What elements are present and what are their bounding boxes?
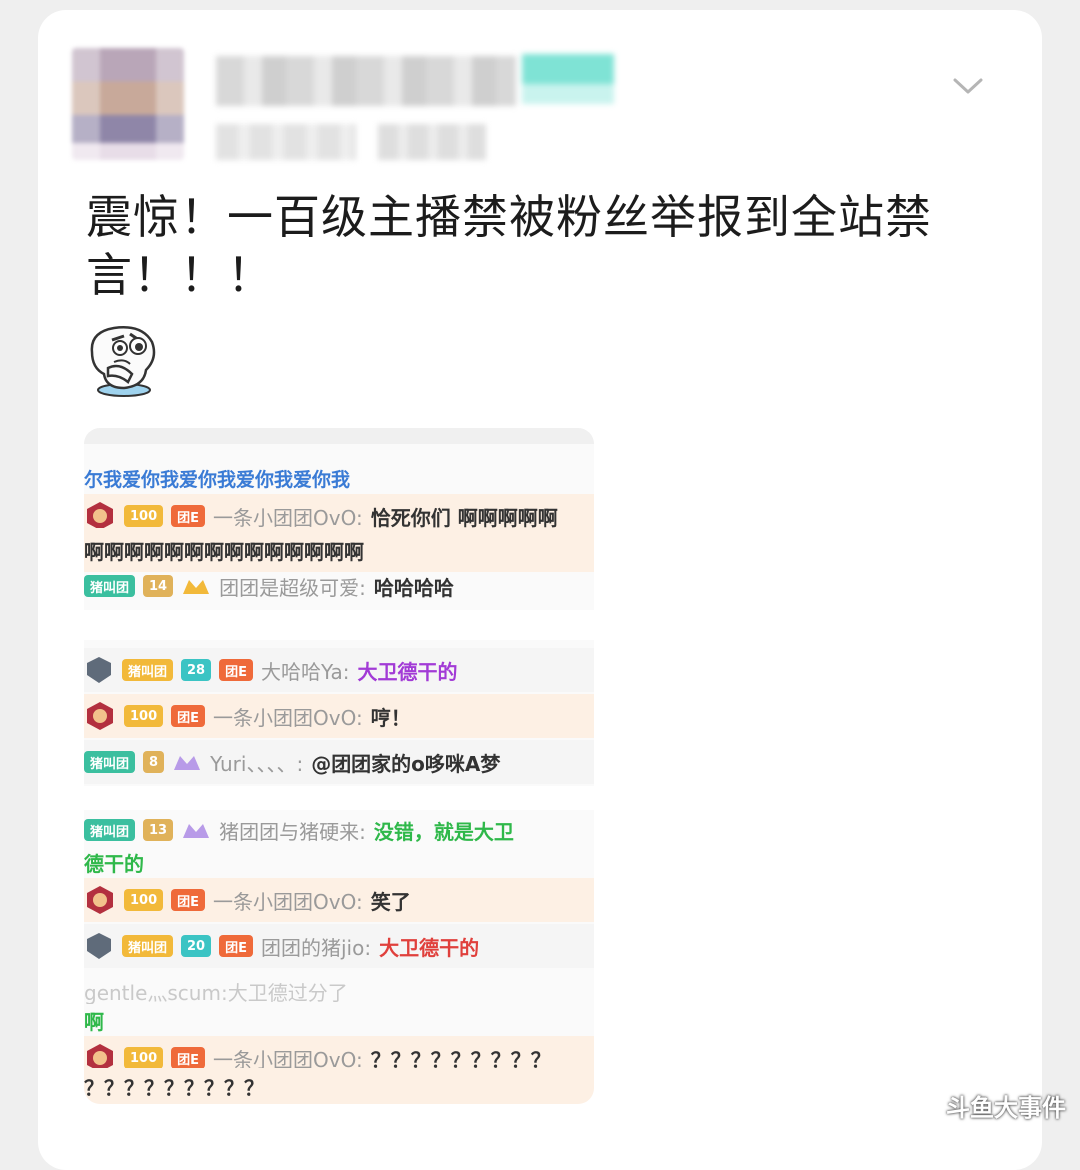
chat-username[interactable]: 一条小团团OvO: [213, 702, 363, 731]
shield-badge-icon [87, 933, 111, 959]
chat-username[interactable]: 团团的猪jio: [261, 932, 371, 961]
crown-icon [183, 580, 210, 594]
chat-message: 恰死你们 啊啊啊啊啊 [370, 505, 558, 530]
avatar[interactable] [72, 48, 184, 160]
club-badge: 猪叫团 [84, 819, 136, 841]
chat-message: 大卫德干的 [357, 659, 458, 684]
chat-message: 尔我爱你我爱你我爱你我爱你我 [84, 468, 351, 491]
chat-row: gentle灬scum:大卫德过分了 [84, 978, 594, 1005]
cropped-row [84, 428, 594, 444]
chat-message: ？？？？？？？？？ [84, 1075, 264, 1100]
chat-row: 啊 [84, 1002, 594, 1038]
club-badge: 猪叫团 [84, 751, 136, 773]
chat-row: 100 团E 一条小团团OvO: 笑了 [84, 878, 594, 922]
crown-icon [183, 824, 210, 838]
user-level-badge: 14 [143, 575, 174, 597]
chevron-down-icon[interactable] [952, 74, 984, 98]
chat-row: 猪叫团 20 团E 团团的猪jio: 大卫德干的 [84, 924, 594, 968]
club-badge: 猪叫团 [84, 575, 136, 597]
user-level-badge: 8 [143, 751, 165, 773]
level-badge: 100 [124, 505, 164, 527]
fan-badge: 团E [171, 1047, 206, 1069]
chat-message: 德干的 [84, 851, 144, 876]
level-badge: 100 [124, 889, 164, 911]
chat-username[interactable]: 一条小团团OvO: [213, 502, 363, 531]
blurred-source [378, 124, 486, 160]
chat-row: 100 团E 一条小团团OvO: 哼！ [84, 694, 594, 738]
chat-username[interactable]: Yuri、、、、: [210, 748, 303, 777]
watermark: 斗鱼大事件 [946, 1094, 1066, 1122]
fan-badge: 团E [171, 505, 206, 527]
chat-screenshot: 尔我爱你我爱你我爱你我爱你我 100 团E 一条小团团OvO: 恰死你们 啊啊啊… [84, 428, 594, 1104]
chat-message: 哼！ [370, 705, 411, 730]
chat-username[interactable]: 团团是超级可爱: [219, 572, 366, 601]
club-badge: 猪叫团 [122, 659, 174, 681]
chat-message: 啊 [84, 1009, 104, 1034]
chat-username[interactable]: 大哈哈Ya: [261, 656, 349, 685]
chat-username: gentle灬scum:大卫德过分了 [84, 980, 348, 1005]
chat-message: 啊啊啊啊啊啊啊啊啊啊啊啊啊啊 [84, 539, 364, 564]
crown-icon [174, 756, 201, 770]
fan-badge: 团E [171, 889, 206, 911]
fan-badge: 团E [219, 935, 253, 957]
chat-row: 猪叫团 28 团E 大哈哈Ya: 大卫德干的 [84, 648, 594, 692]
fan-badge: 团E [219, 659, 253, 681]
chat-row: ？？？？？？？？？ [84, 1068, 594, 1104]
post-text: 震惊！一百级主播禁被粉丝举报到全站禁言！！！ [86, 190, 932, 302]
user-level-badge: 28 [181, 659, 212, 681]
level-badge: 100 [124, 705, 164, 727]
level-badge: 100 [124, 1047, 164, 1069]
user-level-badge: 20 [181, 935, 212, 957]
club-badge: 猪叫团 [122, 935, 174, 957]
user-level-badge: 13 [143, 819, 174, 841]
blurred-username[interactable] [216, 56, 516, 106]
chat-message: 大卫德干的 [379, 935, 480, 960]
noble-badge-icon [87, 886, 113, 914]
divider [84, 610, 594, 640]
shield-badge-icon [87, 657, 111, 683]
chat-row: 猪叫团 14 团团是超级可爱: 哈哈哈哈 [84, 564, 594, 608]
blurred-timestamp [216, 124, 356, 160]
chat-message: 笑了 [370, 889, 411, 914]
chat-username[interactable]: 一条小团团OvO: [213, 886, 363, 915]
noble-badge-icon [87, 702, 113, 730]
chat-message: @团团家的o哆咪A梦 [311, 751, 501, 776]
blurred-badge [522, 54, 614, 104]
thinking-sticker-icon [90, 326, 156, 397]
chat-row: 猪叫团 8 Yuri、、、、: @团团家的o哆咪A梦 [84, 740, 594, 784]
chat-message: 哈哈哈哈 [373, 575, 454, 600]
divider [84, 786, 594, 810]
fan-badge: 团E [171, 705, 206, 727]
